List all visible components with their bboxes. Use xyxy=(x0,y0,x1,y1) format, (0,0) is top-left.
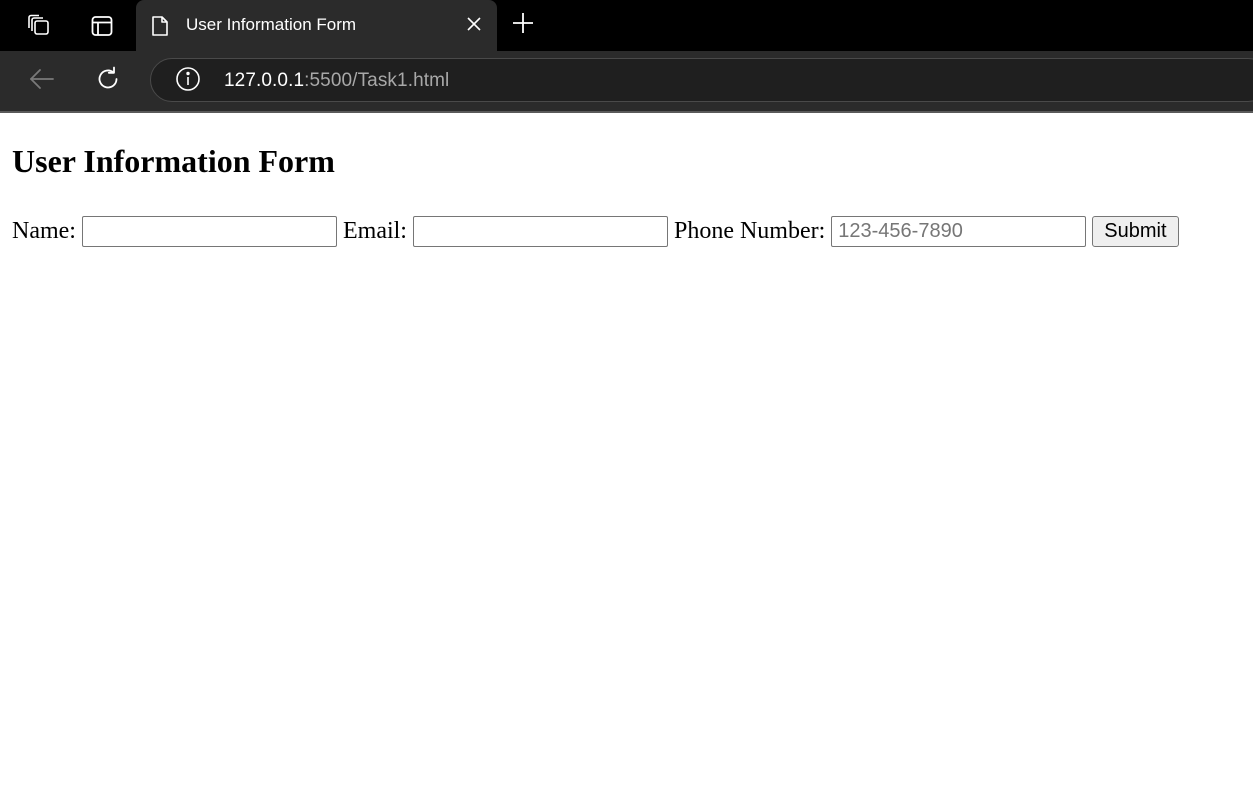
site-info-button[interactable] xyxy=(175,66,201,97)
active-tab[interactable]: User Information Form xyxy=(136,0,497,51)
tab-title: User Information Form xyxy=(186,15,357,34)
tab-actions-icon xyxy=(90,14,114,38)
close-tab-button[interactable] xyxy=(462,14,486,38)
url-text[interactable]: 127.0.0.1:5500/Task1.html xyxy=(224,70,449,92)
url-path: :5500/Task1.html xyxy=(304,70,450,91)
name-input[interactable] xyxy=(81,215,337,247)
phone-label: Phone Number: xyxy=(673,217,826,244)
email-input[interactable] xyxy=(412,215,668,247)
page-icon xyxy=(150,15,170,37)
page-title: User Information Form xyxy=(12,143,335,179)
plus-icon xyxy=(512,12,534,39)
phone-input[interactable] xyxy=(831,215,1087,247)
new-tab-button[interactable] xyxy=(508,10,538,40)
tab-strip: User Information Form xyxy=(0,0,1253,51)
address-bar[interactable]: 127.0.0.1:5500/Task1.html xyxy=(150,58,1253,102)
name-label: Name: xyxy=(12,217,76,244)
workspaces-icon xyxy=(26,13,52,39)
email-label: Email: xyxy=(342,217,407,244)
user-info-form: Name: Email: Phone Number: Submit xyxy=(12,215,1179,247)
refresh-button[interactable] xyxy=(92,65,124,97)
page-content: User Information Form Name: Email: Phone… xyxy=(0,113,1253,793)
close-icon xyxy=(467,16,481,36)
workspaces-button[interactable] xyxy=(22,9,56,43)
tab-actions-button[interactable] xyxy=(85,9,119,43)
back-button[interactable] xyxy=(26,65,58,97)
browser-toolbar: 127.0.0.1:5500/Task1.html xyxy=(0,51,1253,111)
url-host: 127.0.0.1 xyxy=(224,70,305,91)
submit-button[interactable]: Submit xyxy=(1092,215,1179,247)
back-arrow-icon xyxy=(29,68,55,95)
refresh-icon xyxy=(95,66,121,97)
info-icon xyxy=(175,66,201,97)
